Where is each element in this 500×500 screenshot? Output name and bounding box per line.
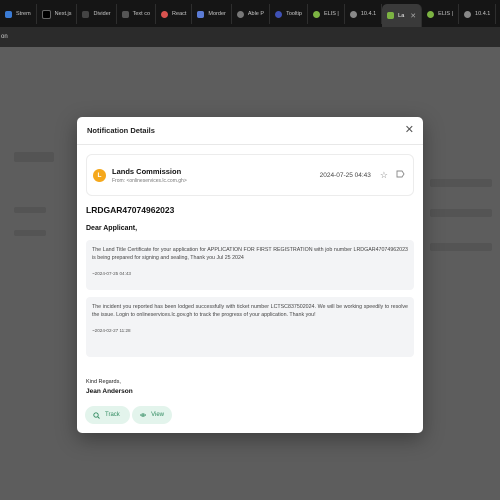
tab-label: Strem <box>16 11 31 17</box>
browser-tab[interactable]: 10.4.1 <box>345 4 383 24</box>
tab-label: La <box>398 12 405 19</box>
tab-label: 10.4.1 <box>475 11 491 17</box>
message-text: The Land Title Certificate for your appl… <box>92 247 408 261</box>
modal-title: Notification Details <box>87 126 155 135</box>
tab-label: React <box>172 11 187 17</box>
browser-tab[interactable]: Next.js <box>37 4 78 24</box>
browser-tab-bar: Strem Next.js Divider Text co React Mord… <box>0 0 500 27</box>
tab-favicon-icon <box>41 9 51 19</box>
tab-favicon-icon <box>427 10 435 18</box>
search-icon <box>93 411 100 419</box>
modal-header: Notification Details ✕ <box>77 117 423 145</box>
tab-label: Next.js <box>54 11 72 17</box>
message-date: ~2024-02-27 11:28 <box>92 328 131 333</box>
greeting: Dear Applicant, <box>86 225 138 232</box>
address-text: on <box>1 34 8 40</box>
tab-label: 10.4.1 <box>360 11 377 17</box>
browser-tab[interactable]: Morder <box>192 4 232 24</box>
address-bar[interactable]: on <box>0 27 500 47</box>
notification-details-modal: Notification Details ✕ L Lands Commissio… <box>77 117 423 433</box>
close-icon[interactable]: ✕ <box>405 125 414 136</box>
browser-tab[interactable]: Able P <box>232 4 271 24</box>
tab-close-icon[interactable]: ✕ <box>410 12 416 20</box>
browser-tab[interactable]: ELIS | <box>422 4 460 24</box>
browser-tab[interactable]: 10.4.1 <box>459 4 497 24</box>
tab-favicon-icon <box>121 10 129 18</box>
sender-name: Lands Commission <box>112 166 182 176</box>
view-button[interactable]: View <box>132 406 172 424</box>
regards-text: Kind Regards, <box>86 379 121 385</box>
tab-favicon-icon <box>5 10 12 18</box>
track-button[interactable]: Track <box>85 406 130 424</box>
message-block: The Land Title Certificate for your appl… <box>86 240 414 290</box>
tab-label: Divider <box>93 11 111 17</box>
tab-label: ELIS | <box>323 11 339 17</box>
tab-favicon-icon <box>236 10 244 18</box>
tab-favicon-icon <box>275 10 283 18</box>
tab-label: Tooltip <box>286 11 302 17</box>
browser-tab[interactable]: Divider <box>77 4 117 24</box>
browser-tab[interactable]: Tooltip <box>270 4 308 24</box>
browser-tab[interactable]: ELIS | <box>308 4 345 24</box>
tab-label: Morder <box>208 11 226 17</box>
view-label: View <box>151 412 164 418</box>
message-block: The incident you reported has been lodge… <box>86 297 414 357</box>
tab-favicon-icon <box>197 10 205 18</box>
tab-label: Text co <box>132 11 151 17</box>
star-icon[interactable]: ☆ <box>380 170 388 181</box>
sender-email: From: <onlineservices.lc.com.gh> <box>112 177 187 184</box>
track-label: Track <box>105 412 120 418</box>
tab-favicon-icon <box>161 10 169 18</box>
tab-favicon-icon <box>312 10 320 18</box>
reference-number: LRDGAR47074962023 <box>86 205 175 215</box>
signer-name: Jean Anderson <box>86 388 133 395</box>
message-text: The incident you reported has been lodge… <box>92 304 408 318</box>
tab-favicon-icon <box>82 10 90 18</box>
tab-label: Able P <box>247 11 265 17</box>
eye-icon <box>140 413 147 417</box>
sender-card: L Lands Commission From: <onlineservices… <box>86 154 414 196</box>
message-date: ~2024-07-25 04:43 <box>92 271 131 276</box>
browser-tab[interactable]: React <box>156 4 193 24</box>
tab-favicon-icon <box>349 10 357 18</box>
tag-icon[interactable] <box>396 170 405 180</box>
browser-tab[interactable]: Strem <box>0 4 37 24</box>
browser-tab[interactable]: LC <box>496 4 500 24</box>
avatar: L <box>93 168 106 182</box>
tab-label: ELIS | <box>438 11 454 17</box>
browser-tab[interactable]: Text co <box>117 4 157 24</box>
browser-tab-active[interactable]: La ✕ <box>382 4 423 27</box>
notification-date: 2024-07-25 04:43 <box>319 171 371 179</box>
sender-info: Lands Commission From: <onlineservices.l… <box>112 167 320 184</box>
tab-favicon-icon <box>464 10 472 18</box>
tab-favicon-icon <box>387 12 395 19</box>
